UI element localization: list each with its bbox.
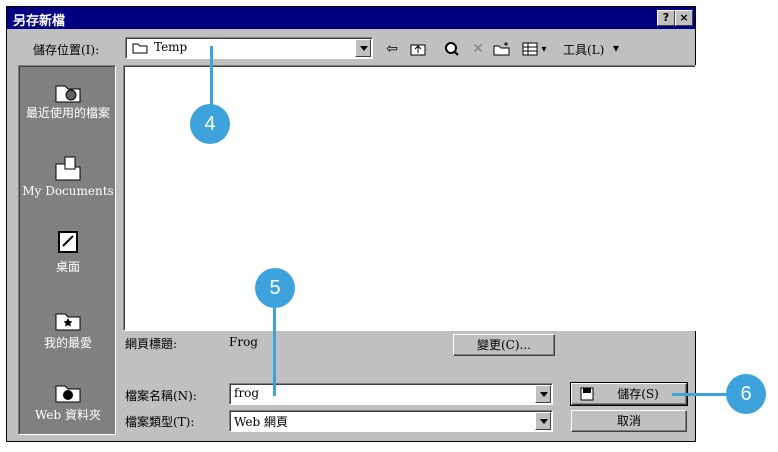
places-bar: 最近使用的檔案 My Documents 桌面 我的最愛 Web 資料夾 — [18, 65, 116, 435]
desktop-icon — [53, 228, 83, 256]
tools-arrow-icon[interactable]: ▾ — [613, 41, 619, 55]
close-button[interactable]: × — [675, 10, 693, 26]
floppy-disk-icon — [580, 387, 594, 407]
folder-icon — [132, 42, 148, 57]
views-arrow-icon[interactable]: ▾ — [539, 41, 549, 57]
callout-5-leader — [273, 300, 276, 396]
web-folder-icon — [53, 376, 83, 404]
cancel-button[interactable]: 取消 — [571, 410, 687, 432]
places-web-folders-label: Web 資料夾 — [35, 408, 101, 422]
places-desktop[interactable]: 桌面 — [19, 228, 117, 275]
views-icon[interactable] — [521, 41, 539, 57]
places-recent[interactable]: 最近使用的檔案 — [19, 76, 117, 120]
change-title-button[interactable]: 變更(C)... — [453, 334, 555, 356]
up-folder-icon[interactable] — [409, 41, 427, 57]
delete-icon[interactable]: ✕ — [469, 41, 487, 57]
places-recent-label: 最近使用的檔案 — [25, 106, 110, 120]
places-favorites[interactable]: 我的最愛 — [19, 304, 117, 351]
documents-folder-icon — [53, 154, 83, 182]
back-arrow-icon[interactable]: ⇦ — [383, 41, 401, 57]
file-type-label: 檔案類型(T): — [125, 415, 195, 429]
page-title-label: 網頁標題: — [125, 337, 178, 351]
file-type-value: Web 網頁 — [234, 415, 288, 429]
callout-6: 6 — [726, 374, 766, 414]
new-folder-icon[interactable] — [493, 41, 511, 57]
save-button[interactable]: 儲存(S) — [570, 382, 688, 407]
file-name-label: 檔案名稱(N): — [125, 389, 197, 403]
places-desktop-label: 桌面 — [55, 260, 80, 274]
save-button-label: 儲存(S) — [617, 387, 659, 401]
save-in-label: 儲存位置(I): — [33, 43, 100, 57]
places-my-documents-label: My Documents — [22, 184, 114, 198]
help-button[interactable]: ? — [657, 10, 675, 26]
save-in-value: Temp — [154, 40, 188, 54]
callout-5: 5 — [255, 268, 295, 308]
places-my-documents[interactable]: My Documents — [19, 154, 117, 198]
chevron-down-icon[interactable] — [355, 39, 371, 57]
places-web-folders[interactable]: Web 資料夾 — [19, 376, 117, 423]
chevron-down-icon[interactable] — [535, 412, 551, 430]
file-name-value: frog — [234, 386, 260, 400]
save-as-dialog: 另存新檔 ? × 儲存位置(I): Temp ⇦ ✕ ▾ 工具(L) ▾ 最近使… — [6, 6, 696, 442]
tools-menu[interactable]: 工具(L) — [563, 41, 604, 58]
search-web-icon[interactable] — [443, 41, 461, 57]
favorites-folder-icon — [53, 304, 83, 332]
page-title-value: Frog — [229, 335, 258, 349]
save-in-combo[interactable]: Temp — [125, 37, 373, 59]
file-type-select[interactable]: Web 網頁 — [229, 410, 553, 432]
title-bar: 另存新檔 ? × — [7, 7, 695, 29]
callout-6-leader — [672, 393, 732, 396]
dialog-title: 另存新檔 — [13, 14, 66, 29]
recent-folder-icon — [53, 76, 83, 104]
places-favorites-label: 我的最愛 — [43, 336, 92, 350]
file-name-input[interactable]: frog — [229, 383, 553, 405]
chevron-down-icon[interactable] — [535, 385, 551, 403]
callout-4: 4 — [190, 104, 230, 144]
